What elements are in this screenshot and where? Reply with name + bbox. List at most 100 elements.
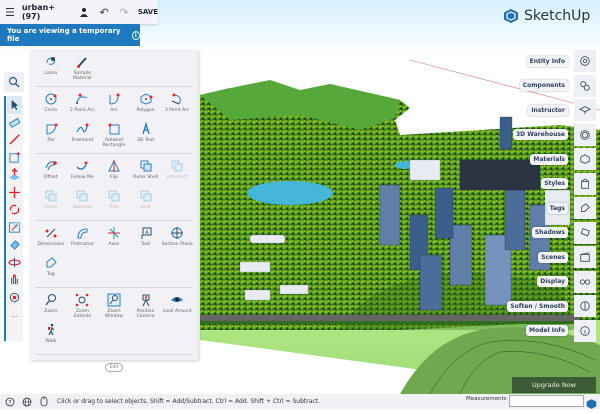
tool-flip[interactable]: Flip [98,157,130,187]
panel-button-display[interactable] [574,270,596,293]
tool-outer-shell[interactable]: Outer Shell [130,157,162,187]
tool-walk[interactable]: Walk [35,321,67,351]
sketchup-logo: SketchUp [503,8,590,24]
edit-button[interactable]: Edit [105,363,123,372]
panel-label[interactable]: Model Info [526,325,568,336]
tool-look-around[interactable]: Look Around [161,291,193,321]
tool-trim[interactable]: Trim [98,187,130,217]
eraser-icon [8,117,21,128]
pencil-icon [9,134,20,145]
user-add-icon[interactable] [74,0,94,24]
tool-polygon[interactable]: Polygon [130,90,162,120]
save-button[interactable]: SAVE [138,8,158,16]
file-title[interactable]: urban+(97) [20,3,75,21]
push-pull-icon [8,168,21,181]
tool-pencil[interactable] [7,131,22,149]
svg-text:A: A [145,230,149,236]
tool-subtract[interactable]: Subtract [67,187,99,217]
tool-orbit[interactable] [7,254,22,272]
panel-label[interactable]: Display [537,276,568,287]
tool-split[interactable]: Split [130,187,162,217]
tool-axes[interactable]: Axes [98,224,130,254]
tool-move[interactable] [7,184,22,202]
sketchup-status-icon [586,395,597,414]
tool-rotate[interactable] [7,201,22,219]
panel-button-model-info[interactable] [574,319,596,342]
tool-paint-bucket[interactable] [7,236,22,254]
panel-label[interactable]: Components [519,80,568,91]
panel-label[interactable]: 3D Warehouse [512,129,568,140]
tool-label: Polygon [136,108,155,113]
tool-section-plane[interactable]: Section Plane [161,224,193,254]
styles-icon [581,177,589,189]
tool-circle[interactable]: Circle [35,90,67,120]
tool-section: Offset Follow Me Flip Outer Shell Intersect U… [35,154,193,221]
panel-button-entity-info[interactable] [574,50,596,72]
panel-button-3d-warehouse[interactable] [574,123,596,146]
panel-label[interactable]: Styles [541,178,568,189]
panel-label[interactable]: Materials [530,153,568,165]
tool-zoom[interactable]: Zoom [35,291,67,321]
tool-freehand[interactable]: Freehand [67,120,99,150]
tool-push-pull[interactable] [7,166,22,184]
tool-label: Walk [45,339,57,344]
tool-rectangle[interactable] [7,149,22,167]
tool-follow-me[interactable]: Follow Me [67,157,99,187]
tool-lasso[interactable]: Lasso [35,53,67,83]
tool-more[interactable]: ... [7,306,22,324]
panel-button-soften-smooth[interactable] [574,295,596,317]
panel-button-scenes[interactable] [574,246,596,268]
tool-union[interactable]: Union [35,187,67,217]
undo-icon[interactable]: ↶ [94,0,114,24]
eye-icon [171,297,184,302]
tool-offset[interactable]: Offset [35,157,67,187]
tool-pan[interactable] [7,271,22,289]
shell-icon [45,190,57,202]
tool-dimensions[interactable]: Dimensions [35,224,67,254]
measurements-input[interactable] [509,395,584,407]
panel-label[interactable]: Entity Info [526,55,568,67]
panel-button-components[interactable] [574,74,596,97]
panel-label[interactable]: Tags [546,202,568,214]
tags-icon [581,203,590,212]
panel-label[interactable]: Instructor [528,104,568,116]
info-icon[interactable]: i [131,30,140,40]
tool-text[interactable]: A Text [130,224,162,254]
tool-zoom-extents[interactable] [7,289,22,307]
tool-zoom-extents[interactable]: Zoom Extents [67,291,99,321]
help-icon[interactable]: ? [3,394,17,409]
tool-position-camera[interactable]: Position Camera [130,291,162,321]
panel-button-tags[interactable] [574,197,596,219]
tool-scale[interactable] [7,219,22,237]
globe-icon[interactable] [20,394,34,409]
tool-3-point-arc[interactable]: 3 Point Arc [161,90,193,120]
panel-button-materials[interactable] [574,148,596,170]
tool-intersect[interactable]: Intersect [161,157,193,187]
panel-button-instructor[interactable] [574,99,596,121]
panel-button-shadows[interactable] [574,221,596,244]
tool-tag[interactable]: Tag [35,254,67,284]
zoom-extents-icon [9,292,20,302]
panel-label[interactable]: Shadows [531,227,568,238]
tool-protractor[interactable]: Protractor [67,224,99,254]
panel-button-styles[interactable] [574,172,596,195]
tool-pie[interactable]: Pie [35,120,67,150]
panel-label[interactable]: Scenes [538,251,568,263]
redo-icon[interactable]: ↷ [114,0,134,24]
tool-2-point-arc[interactable]: 2 Point Arc [67,90,99,120]
hamburger-icon[interactable]: ☰ [0,0,20,24]
search-tools-button[interactable] [4,72,24,92]
mouse-icon[interactable] [37,394,51,409]
tool-sample-material[interactable]: Sample Material [67,53,99,83]
tool-rotated-rectangle[interactable]: Rotated Rectangle [98,120,130,150]
zoomext-icon [76,293,89,307]
tool-select[interactable] [7,96,22,114]
tool-arc[interactable]: Arc [98,90,130,120]
panel-label[interactable]: Soften / Smooth [507,300,568,312]
tool-label: Split [140,205,151,210]
tool-eraser[interactable] [7,114,22,132]
tool-3d-text[interactable]: 3D Text [130,120,162,150]
tool-zoom-window[interactable]: Zoom Window [98,291,130,321]
tool-section: Lasso Sample Material [35,50,193,87]
upgrade-now-button[interactable]: Upgrade Now [512,377,596,393]
